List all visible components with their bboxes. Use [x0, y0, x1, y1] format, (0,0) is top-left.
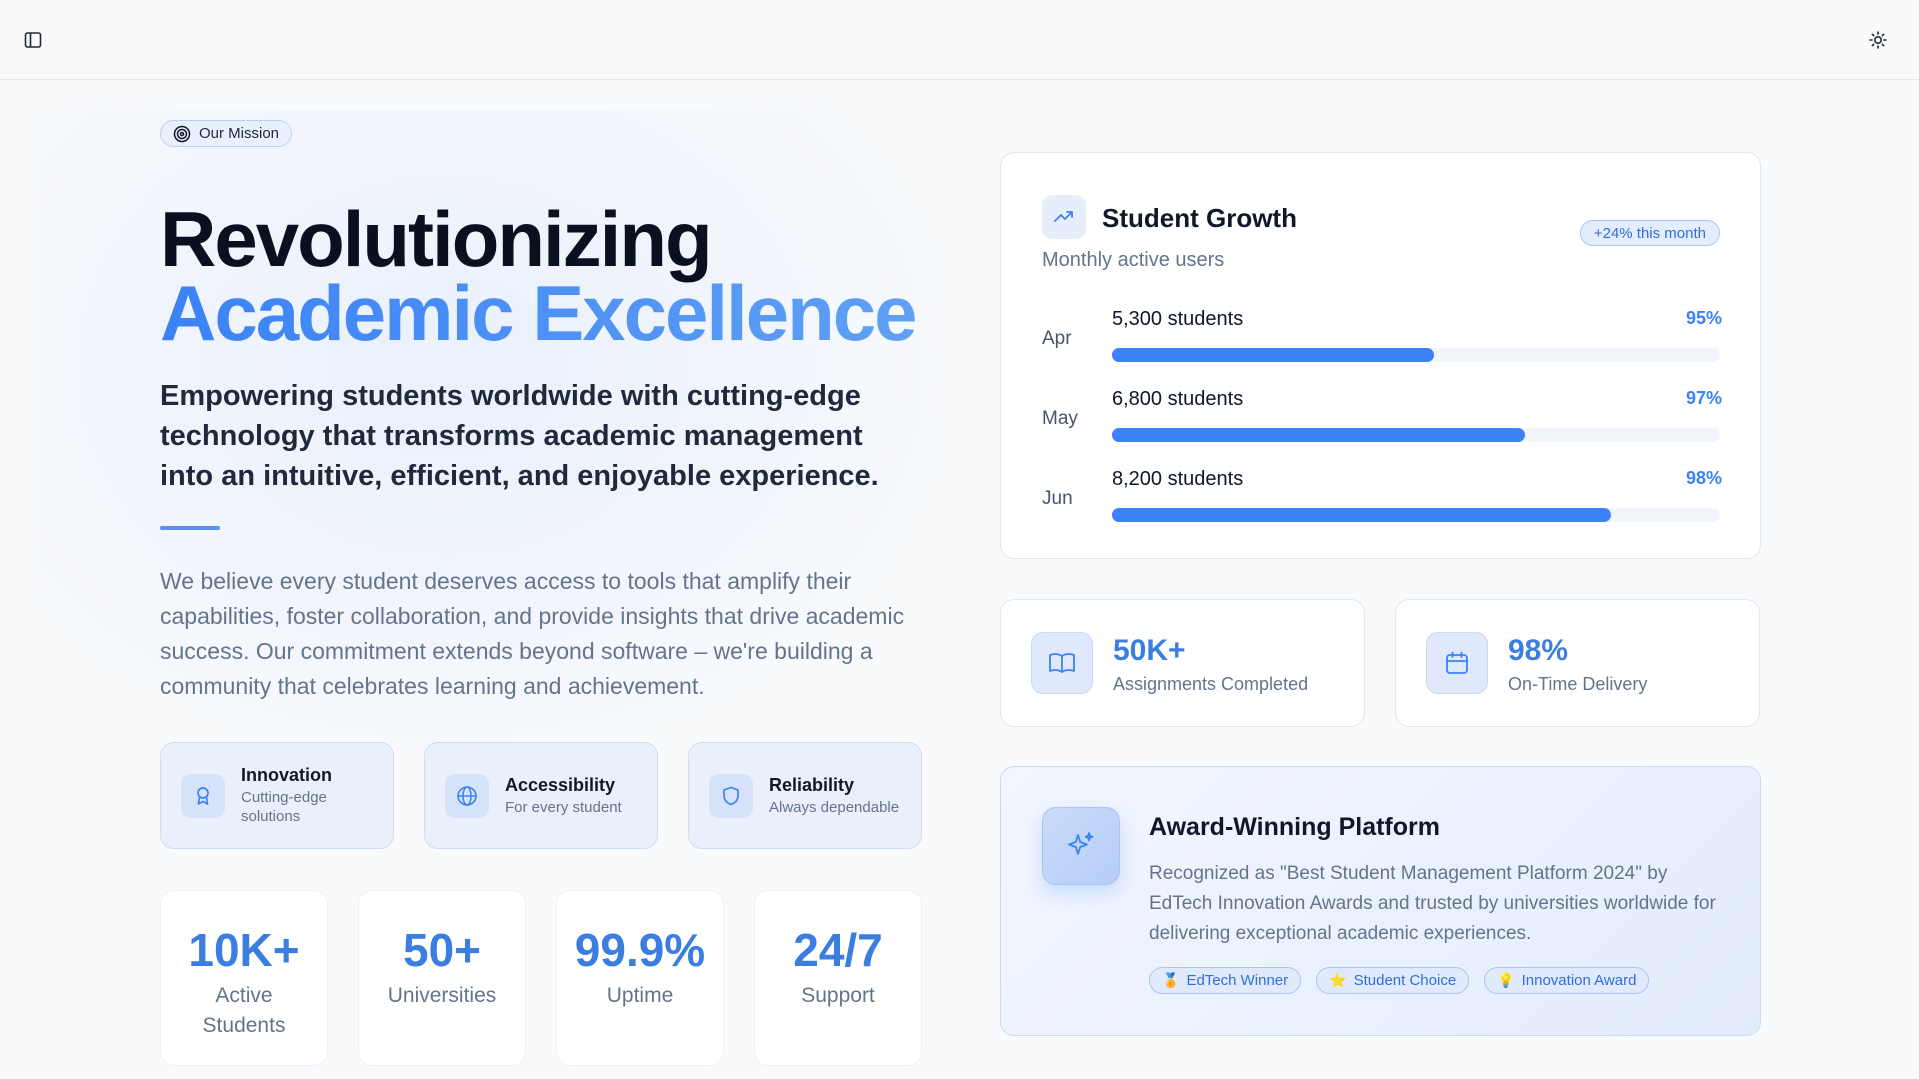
row-month: Jun [1042, 488, 1073, 509]
mission-pill: Our Mission [160, 120, 293, 147]
row-count: 6,800 students [1112, 388, 1244, 410]
calendar-icon [1426, 632, 1488, 694]
value-subtitle: Always dependable [769, 798, 900, 816]
value-subtitle: Cutting-edge solutions [241, 789, 327, 825]
progress-track [1112, 428, 1720, 442]
row-count: 5,300 students [1112, 308, 1244, 330]
mini-stat-label: On-Time Delivery [1508, 674, 1648, 694]
stat-card: 50+ Universities [358, 890, 526, 1066]
stat-value: 24/7 [793, 924, 883, 976]
progress-fill [1112, 348, 1435, 362]
stat-card: 10K+ Active Students [160, 890, 328, 1066]
progress-track [1112, 348, 1720, 362]
stat-label: Active Students [202, 984, 286, 1037]
stat-value: 99.9% [574, 924, 706, 976]
tag-label: Student Choice [1353, 972, 1457, 989]
award-title: Award-Winning Platform [1149, 813, 1440, 841]
top-bar [0, 0, 1919, 80]
row-month: May [1042, 408, 1078, 429]
growth-subtitle: Monthly active users [1042, 249, 1225, 271]
award-tag: 🏅 EdTech Winner [1149, 967, 1302, 994]
value-card-reliability: Reliability Always dependable [688, 742, 922, 849]
row-percent: 95% [1685, 308, 1722, 328]
hero-section: Our Mission Revolutionizing Academic Exc… [160, 120, 920, 704]
student-growth-card: Student Growth Monthly active users +24%… [1000, 152, 1761, 559]
stat-label: Uptime [606, 984, 674, 1007]
growth-row: May 6,800 students 97% [1042, 388, 1722, 448]
mini-stat-value: 50K+ [1113, 634, 1186, 667]
growth-title: Student Growth [1102, 203, 1297, 233]
value-card-innovation: Innovation Cutting-edge solutions [160, 742, 394, 849]
award-tag: 💡 Innovation Award [1484, 967, 1650, 994]
mission-pill-label: Our Mission [199, 125, 280, 142]
value-title: Reliability [769, 774, 855, 795]
growth-badge: +24% this month [1579, 220, 1720, 246]
shield-icon [709, 773, 753, 818]
values-row: Innovation Cutting-edge solutions Access… [160, 742, 922, 849]
assignments-card: 50K+ Assignments Completed [1000, 599, 1365, 727]
value-title: Innovation [241, 765, 332, 785]
stats-row: 10K+ Active Students 50+ Universities 99… [160, 890, 922, 1066]
value-title: Accessibility [505, 774, 616, 795]
value-subtitle: For every student [505, 798, 622, 816]
growth-row: Jun 8,200 students 98% [1042, 468, 1722, 528]
sparkles-icon [1042, 807, 1120, 885]
value-card-accessibility: Accessibility For every student [424, 742, 658, 849]
award-description: Recognized as "Best Student Management P… [1149, 863, 1716, 944]
accent-divider [160, 525, 220, 530]
mini-stat-value: 98% [1508, 634, 1569, 667]
progress-track [1112, 508, 1720, 522]
trending-up-icon [1042, 195, 1086, 239]
tag-label: EdTech Winner [1186, 972, 1289, 989]
award-card: Award-Winning Platform Recognized as "Be… [1000, 766, 1761, 1036]
row-month: Apr [1042, 328, 1072, 349]
stat-label: Support [801, 984, 875, 1007]
stat-value: 10K+ [188, 924, 300, 976]
sun-icon[interactable] [1864, 26, 1892, 54]
sidebar-toggle-icon[interactable] [19, 26, 47, 54]
medal-icon: 🏅 [1162, 972, 1180, 988]
headline-line-2: Academic Excellence [160, 274, 920, 352]
progress-fill [1112, 508, 1611, 522]
stat-card: 99.9% Uptime [556, 890, 724, 1066]
globe-icon [445, 773, 489, 818]
headline-line-1: Revolutionizing [160, 194, 713, 283]
lightbulb-icon: 💡 [1497, 972, 1515, 988]
stat-label: Universities [387, 984, 497, 1007]
row-count: 8,200 students [1112, 468, 1244, 490]
award-ribbon-icon [181, 773, 225, 818]
target-icon [173, 125, 191, 142]
tag-label: Innovation Award [1521, 972, 1637, 989]
award-tags: 🏅 EdTech Winner ⭐ Student Choice 💡 Innov… [1149, 967, 1650, 994]
row-percent: 98% [1685, 468, 1722, 488]
mission-paragraph: We believe every student deserves access… [160, 567, 905, 699]
row-percent: 97% [1685, 388, 1722, 408]
award-tag: ⭐ Student Choice [1316, 967, 1470, 994]
growth-row: Apr 5,300 students 95% [1042, 308, 1722, 368]
star-icon: ⭐ [1329, 972, 1347, 988]
delivery-card: 98% On-Time Delivery [1395, 599, 1760, 727]
book-open-icon [1031, 632, 1093, 694]
stat-value: 50+ [402, 924, 482, 976]
mini-stat-label: Assignments Completed [1113, 674, 1309, 694]
stat-card: 24/7 Support [754, 890, 922, 1066]
progress-fill [1112, 428, 1526, 442]
hero-subhead: Empowering students worldwide with cutti… [160, 379, 879, 492]
